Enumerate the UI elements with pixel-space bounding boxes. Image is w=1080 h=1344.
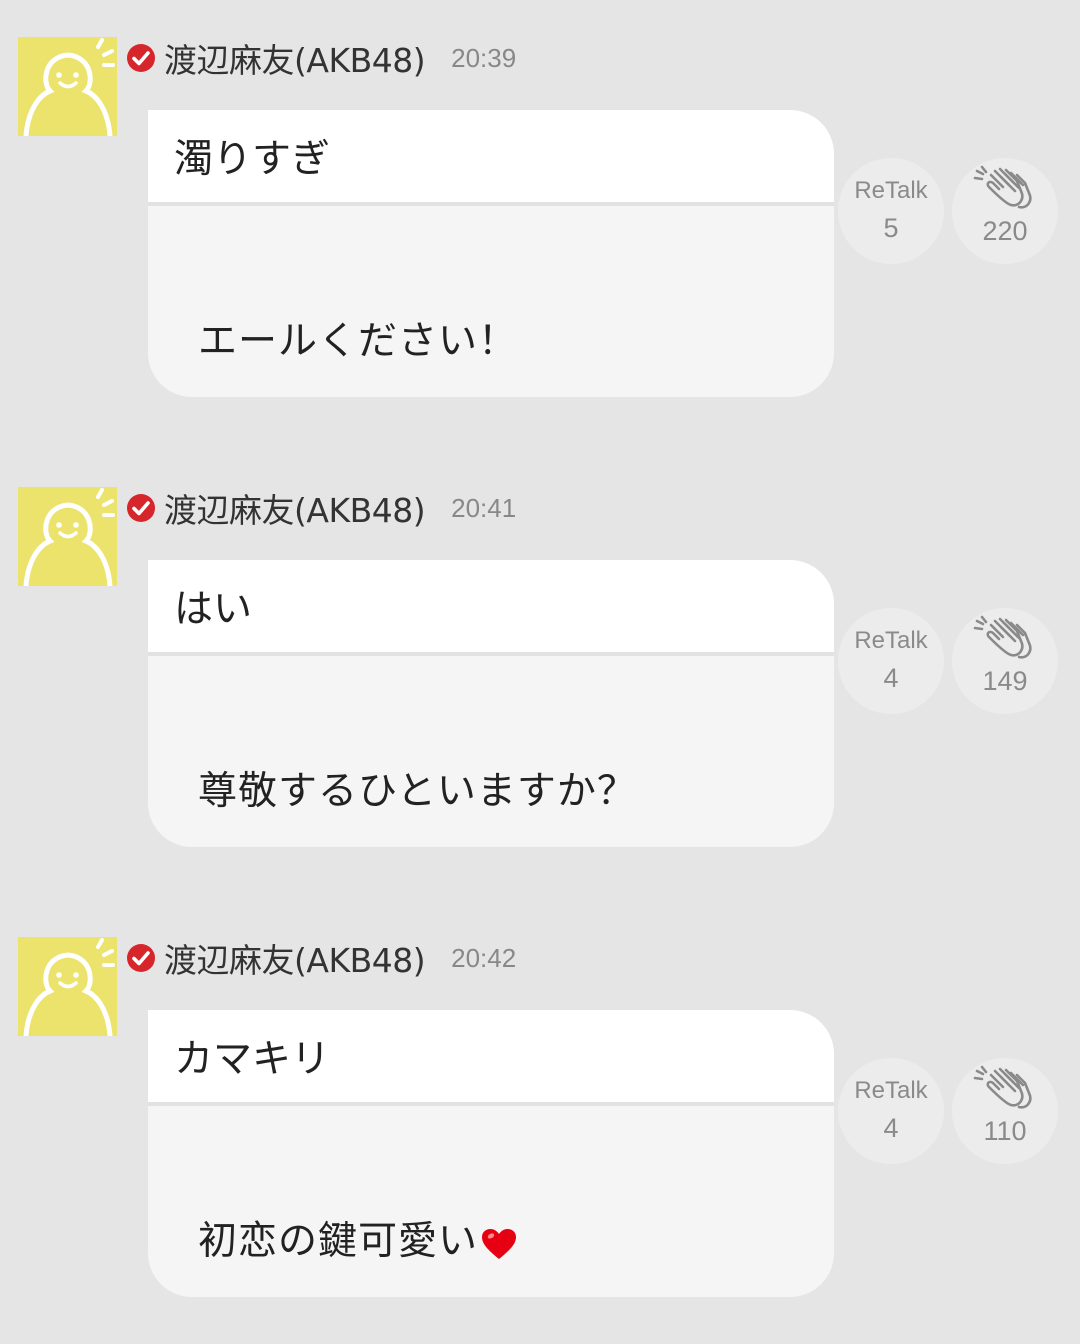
smiling-figure-avatar-icon [23, 488, 115, 586]
verified-check-icon [127, 944, 155, 972]
avatar[interactable] [18, 937, 117, 1036]
retalk-count: 4 [883, 1113, 899, 1143]
talk-post: 渡辺麻友(AKB48) 20:39 濁りすぎ エールください！ ReTalk 5 [0, 0, 1080, 420]
smiling-figure-avatar-icon [23, 938, 115, 1036]
quoted-reply-text: カマキリ [174, 1037, 331, 1082]
retalk-label: ReTalk [854, 1077, 928, 1104]
message-text-wrap: 尊敬するひといますか？ [198, 760, 637, 816]
smiling-figure-avatar-icon [23, 38, 115, 136]
clap-count: 220 [982, 216, 1028, 246]
quoted-reply[interactable]: 濁りすぎ [148, 110, 834, 206]
quoted-reply-text: はい [174, 587, 253, 632]
clap-button[interactable]: 220 [952, 158, 1058, 264]
clapping-hands-icon [973, 615, 1032, 659]
retalk-count: 4 [883, 663, 899, 693]
post-time: 20:42 [451, 942, 517, 973]
quoted-reply[interactable]: はい [148, 560, 834, 656]
message-text: 尊敬するひといますか？ [198, 769, 637, 814]
talk-post: 渡辺麻友(AKB48) 20:41 はい 尊敬するひといますか？ ReTalk … [0, 450, 1080, 870]
retalk-button[interactable]: ReTalk 4 [838, 608, 944, 714]
post-time: 20:41 [451, 492, 517, 523]
clap-count: 110 [983, 1116, 1027, 1146]
talk-post: 渡辺麻友(AKB48) 20:42 カマキリ 初恋の鍵可愛い ReTalk 4 [0, 900, 1080, 1320]
heart-icon [482, 1228, 517, 1259]
retalk-count: 5 [883, 213, 899, 243]
talk-feed: 渡辺麻友(AKB48) 20:39 濁りすぎ エールください！ ReTalk 5 [0, 0, 1080, 1344]
retalk-label: ReTalk [854, 627, 928, 654]
author-name[interactable]: 渡辺麻友(AKB48) [164, 934, 426, 982]
clap-count: 149 [982, 666, 1028, 696]
message-text-wrap: エールください！ [198, 310, 518, 366]
post-header: 渡辺麻友(AKB48) 20:42 [126, 936, 516, 980]
post-header: 渡辺麻友(AKB48) 20:41 [126, 486, 516, 530]
quoted-reply-text: 濁りすぎ [174, 137, 331, 182]
message-text: 初恋の鍵可愛い [198, 1219, 479, 1264]
post-time: 20:39 [451, 42, 517, 73]
post-header: 渡辺麻友(AKB48) 20:39 [126, 36, 516, 80]
message-text-wrap: 初恋の鍵可愛い [198, 1210, 518, 1266]
retalk-button[interactable]: ReTalk 4 [838, 1058, 944, 1164]
author-name[interactable]: 渡辺麻友(AKB48) [164, 34, 426, 82]
verified-check-icon [127, 494, 155, 522]
message-text: エールください！ [198, 319, 519, 364]
message-bubble[interactable]: カマキリ 初恋の鍵可愛い [148, 1010, 834, 1297]
retalk-button[interactable]: ReTalk 5 [838, 158, 944, 264]
clapping-hands-icon [973, 165, 1032, 209]
avatar[interactable] [18, 37, 117, 136]
quoted-reply[interactable]: カマキリ [148, 1010, 834, 1106]
retalk-label: ReTalk [854, 177, 928, 204]
clap-button[interactable]: 149 [952, 608, 1058, 714]
verified-check-icon [127, 44, 155, 72]
author-name[interactable]: 渡辺麻友(AKB48) [164, 484, 426, 532]
clapping-hands-icon [973, 1065, 1032, 1109]
avatar[interactable] [18, 487, 117, 586]
message-bubble[interactable]: 濁りすぎ エールください！ [148, 110, 834, 397]
message-bubble[interactable]: はい 尊敬するひといますか？ [148, 560, 834, 847]
clap-button[interactable]: 110 [952, 1058, 1058, 1164]
